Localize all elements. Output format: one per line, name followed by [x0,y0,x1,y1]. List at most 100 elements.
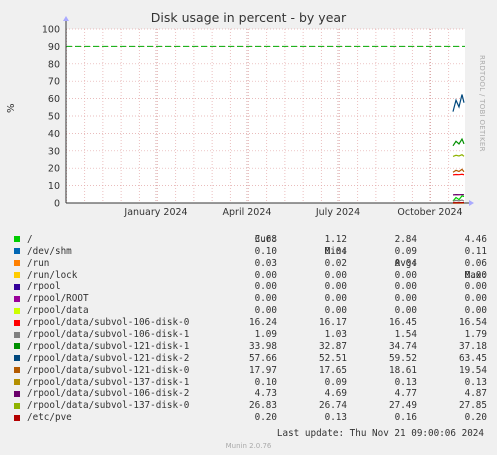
legend-swatch [14,343,20,350]
legend-value-max: 0.06 [464,257,487,269]
legend-value-avg: 0.13 [394,376,417,388]
legend-row: /rpool/data/subvol-106-disk-2 4.73 4.69 4.7… [14,388,487,400]
legend-series-name: /dev/shm [27,245,72,257]
legend-value-min: 0.09 [324,376,347,388]
x-tick-label: July 2024 [315,207,360,218]
legend-value-max: 0.13 [464,376,487,388]
legend-value-min: 17.65 [319,364,347,376]
legend-series-name: /rpool/data [27,305,89,317]
legend-value-min: 1.03 [324,329,347,341]
legend-value-cur: 0.20 [254,412,277,424]
legend-series-name: /rpool/data/subvol-121-disk-0 [27,364,190,376]
legend-value-max: 0.00 [464,269,487,281]
legend-series-name: /etc/pve [27,412,72,424]
legend-table: Cur: Min: Avg: Max: / 3.68 1.12 2.84 4.46/de… [14,222,487,424]
legend-swatch [14,260,20,267]
legend-value-cur: 0.10 [254,376,277,388]
legend-swatch [14,319,20,326]
legend-swatch [14,390,20,397]
legend-value-max: 0.00 [464,305,487,317]
legend-series-name: /rpool/data/subvol-106-disk-0 [27,317,190,329]
legend-series-name: /rpool/data/subvol-106-disk-1 [27,329,190,341]
legend-value-min: 0.00 [324,269,347,281]
legend-value-max: 0.00 [464,281,487,293]
series-line [452,173,465,176]
legend-swatch [14,248,20,255]
legend-value-avg: 0.04 [394,257,417,269]
legend-value-avg: 0.00 [394,305,417,317]
legend-value-max: 4.87 [464,388,487,400]
legend-row: /rpool/data/subvol-106-disk-1 1.09 1.03 1.5… [14,329,487,341]
legend-value-min: 52.51 [319,352,347,364]
y-tick-label: 40 [48,129,60,140]
y-tick-label: 50 [48,112,60,123]
legend-value-cur: 17.97 [249,364,277,376]
munin-version: Munin 2.0.76 [225,442,272,450]
legend-value-min: 0.00 [324,305,347,317]
legend-value-min: 0.02 [324,257,347,269]
legend-series-name: /rpool/data/subvol-121-disk-1 [27,340,190,352]
y-axis-arrow [63,16,69,21]
y-tick-label: 10 [48,181,60,192]
legend-swatch [14,367,20,374]
legend-value-max: 1.79 [464,329,487,341]
legend-row: /run/lock 0.00 0.00 0.00 0.00 [14,270,487,282]
legend-value-min: 26.74 [319,400,347,412]
legend-value-max: 37.18 [459,340,487,352]
legend-rows: /3.68 1.12 2.84 4.46/dev/shm 0.10 0.04 0.09 0.1… [14,233,487,424]
legend-row: /rpool/data/subvol-137-disk-0 26.83 26.74 2… [14,400,487,412]
legend-value-cur: 0.10 [254,245,277,257]
legend-value-min: 0.13 [324,412,347,424]
legend-value-cur: 0.00 [254,305,277,317]
legend-swatch [14,331,20,338]
chart-plot: 0 10 20 30 40 50 60 70 80 90 100 January 2024 April … [42,16,474,218]
legend-row: /dev/shm 0.10 0.04 0.09 0.11 [14,246,487,258]
legend-swatch [14,355,20,362]
y-tick-label: 20 [48,164,60,175]
legend-swatch [14,295,20,302]
legend-series-name: / [27,233,33,245]
legend-header-row: Cur: Min: Avg: Max: [14,222,487,281]
legend-value-max: 0.00 [464,293,487,305]
legend-row: /etc/pve 0.20 0.13 0.16 0.20 [14,412,487,424]
y-tick-label: 90 [48,42,60,53]
legend-value-max: 63.45 [459,352,487,364]
legend-series-name: /rpool/data/subvol-137-disk-1 [27,376,190,388]
legend-value-min: 0.00 [324,293,347,305]
legend-value-cur: 0.00 [254,281,277,293]
legend-row: /rpool/data/subvol-106-disk-0 16.24 16.17 1… [14,317,487,329]
legend-value-cur: 16.24 [249,317,277,329]
legend-row: /rpool/data/subvol-121-disk-1 33.98 32.87 3… [14,341,487,353]
legend-row: /run 0.03 0.02 0.04 0.06 [14,258,487,270]
legend-value-max: 4.46 [464,233,487,245]
legend-value-avg: 16.45 [389,317,417,329]
x-tick-label: October 2024 [397,207,462,218]
legend-value-cur: 33.98 [249,340,277,352]
legend-value-avg: 18.61 [389,364,417,376]
legend-value-avg: 34.74 [389,340,417,352]
legend-row: /rpool/data/subvol-121-disk-2 57.66 52.51 5… [14,353,487,365]
x-tick-label: January 2024 [123,207,187,218]
y-tick-label: 70 [48,77,60,88]
legend-value-cur: 57.66 [249,352,277,364]
legend-swatch [14,272,20,279]
last-update: Last update: Thu Nov 21 09:00:06 2024 [276,428,484,439]
legend-value-max: 0.11 [464,245,487,257]
y-tick-label: 60 [48,94,60,105]
legend-value-avg: 0.00 [394,269,417,281]
legend-value-cur: 0.00 [254,269,277,281]
x-axis-arrow [469,200,474,206]
y-tick-label: 30 [48,146,60,157]
y-tick-label: 80 [48,59,60,70]
legend-value-avg: 1.54 [394,329,417,341]
legend-value-avg: 0.00 [394,293,417,305]
legend-swatch [14,414,20,421]
legend-value-avg: 0.16 [394,412,417,424]
legend-value-min: 0.04 [324,245,347,257]
legend-value-min: 1.12 [324,233,347,245]
legend-row: / 3.68 1.12 2.84 4.46 [14,233,487,246]
legend-series-name: /rpool/data/subvol-106-disk-2 [27,388,190,400]
legend-value-cur: 26.83 [249,400,277,412]
legend-value-avg: 27.49 [389,400,417,412]
legend-value-min: 16.17 [319,317,347,329]
